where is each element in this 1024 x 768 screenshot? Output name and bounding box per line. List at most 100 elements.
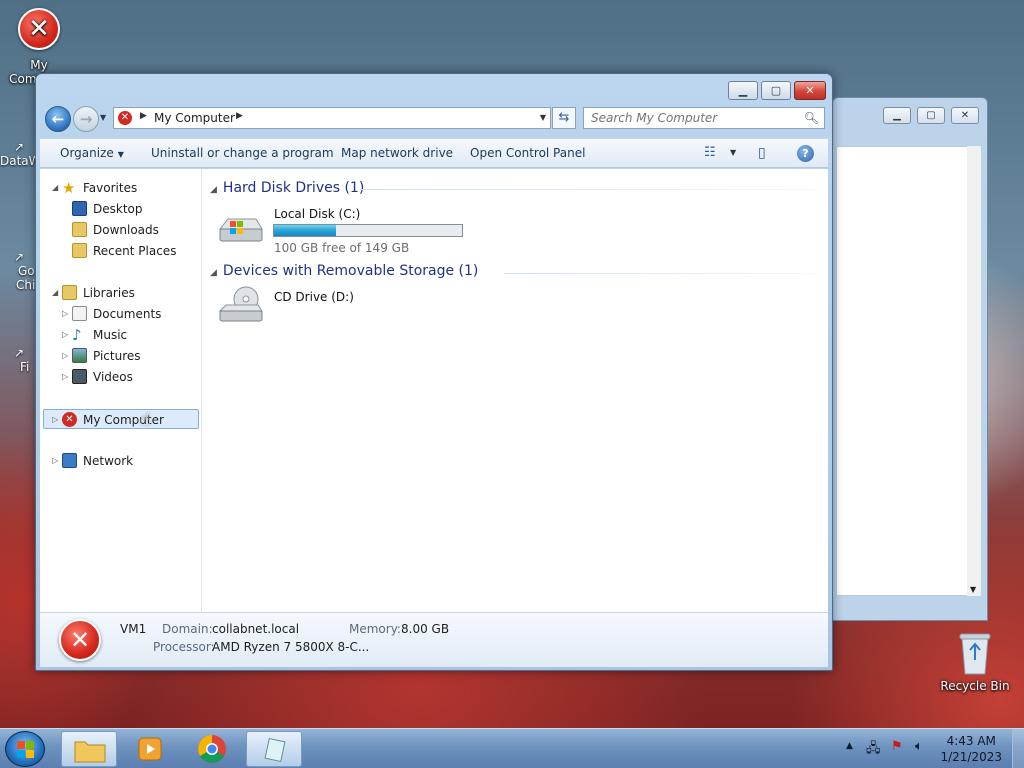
volume-icon[interactable]: 🔈︎ [915,739,923,754]
nav-documents[interactable]: ▷ Documents [40,304,198,324]
drive-usage-bar [273,224,463,237]
action-center-flag-icon[interactable]: ⚑ [891,739,903,754]
desktop-icon-firefox[interactable]: ↗ Fi [0,346,36,374]
nav-favorites[interactable]: ◢ ★ Favorites [40,178,198,198]
breadcrumb-separator-icon[interactable]: ▶ [140,111,147,121]
nav-label: Pictures [93,349,141,363]
group-header-hard-disks[interactable]: ◢ Hard Disk Drives (1) [210,180,364,196]
refresh-button[interactable]: ⇆ [552,107,576,129]
open-control-panel-button[interactable]: Open Control Panel [470,146,585,160]
show-hidden-icons-icon[interactable]: ▲ [846,741,853,751]
collapse-arrow-icon[interactable]: ◢ [210,268,217,278]
desktop-icon-recycle-bin[interactable]: Recycle Bin [940,632,1010,693]
computer-name: VM1 [120,622,147,636]
drive-item-cd-rom[interactable]: CD Drive (D:) [216,281,416,331]
cd-drive-tile[interactable] [216,363,416,409]
memory-label: Memory: [349,622,401,636]
recent-places-icon [72,243,87,258]
nav-videos[interactable]: ▷ Videos [40,367,198,387]
breadcrumb-separator-icon[interactable]: ▶ [236,111,243,121]
view-dropdown-icon[interactable]: ▼ [730,148,736,157]
expand-arrow-icon[interactable]: ▷ [62,304,68,324]
expand-arrow-icon[interactable]: ▷ [62,325,68,345]
maximize-button[interactable]: ▢ [917,107,945,124]
nav-label: Libraries [83,286,135,300]
close-button[interactable]: ✕ [794,81,826,100]
clock-time: 4:43 AM [946,734,996,748]
desktop-icon-google-chrome[interactable]: ↗ Go Chi [0,250,36,292]
drive-name: CD Drive (D:) [274,290,354,304]
nav-label: Desktop [93,202,143,216]
nav-music[interactable]: ▷ ♪ Music [40,325,198,345]
memory-value: 8.00 GB [401,622,450,636]
taskbar-explorer-button[interactable] [61,731,117,767]
taskbar-chrome-button[interactable] [184,731,240,767]
minimize-button[interactable]: ▁ [728,81,758,100]
expand-arrow-icon[interactable]: ▷ [62,346,68,366]
expand-arrow-icon[interactable]: ▷ [52,451,58,471]
taskbar: ▲ 🖧︎ ⚑ 🔈︎ 4:43 AM 1/21/2023 [0,728,1024,768]
background-window[interactable]: ▁ ▢ ✕ ▼ [832,97,988,621]
network-tray-icon[interactable]: 🖧︎ [866,739,881,761]
group-header-removable[interactable]: ◢ Devices with Removable Storage (1) [210,263,478,279]
taskbar-media-player-button[interactable] [122,731,178,767]
desktop-icon-label: Chi [16,278,36,292]
show-desktop-button[interactable] [1012,729,1024,768]
hard-drive-icon [218,218,263,242]
uninstall-program-button[interactable]: Uninstall or change a program [151,146,334,160]
clock[interactable]: 4:43 AM 1/21/2023 [940,733,1002,765]
explorer-window[interactable]: ▁ ▢ ✕ ← → ▼ ✕ ▶ My Computer ▶ ▼ ⇆ 🔍︎ Org… [35,73,833,671]
minimize-button[interactable]: ▁ [883,107,911,124]
music-icon: ♪ [72,326,82,344]
nav-label: Downloads [93,223,159,237]
shortcut-arrow-icon: ↗ [14,346,25,360]
preview-pane-icon[interactable]: ▯ [758,145,766,161]
nav-pictures[interactable]: ▷ Pictures [40,346,198,366]
recent-pages-dropdown[interactable]: ▼ [100,113,106,122]
address-bar[interactable]: ✕ ▶ My Computer ▶ ▼ [113,107,551,129]
nav-label: Favorites [83,181,138,195]
videos-icon [72,369,87,384]
nav-my-computer[interactable]: ▷ ✕ My Computer [43,409,199,429]
address-dropdown-icon[interactable]: ▼ [540,113,546,122]
nav-label: Network [83,454,134,468]
vertical-scrollbar[interactable]: ▼ [967,146,981,596]
back-button[interactable]: ← [45,106,71,132]
help-icon[interactable]: ? [797,145,814,162]
taskbar-notepad-button[interactable] [246,731,302,767]
desktop-icon-label: Fi [20,360,30,374]
drive-item-c[interactable]: Local Disk (C:) 100 GB free of 149 GB [216,203,466,255]
collapse-arrow-icon[interactable]: ◢ [52,178,58,198]
map-network-drive-button[interactable]: Map network drive [341,146,453,160]
domain-label: Domain: [162,622,213,636]
computer-error-icon: ✕ [59,619,101,661]
close-button[interactable]: ✕ [951,107,979,124]
star-icon: ★ [62,179,76,197]
network-icon [62,453,77,468]
nav-desktop[interactable]: Desktop [40,199,198,219]
search-icon[interactable]: 🔍︎ [804,111,819,125]
breadcrumb-my-computer[interactable]: My Computer [154,111,235,125]
scroll-down-arrow-icon[interactable]: ▼ [970,585,976,594]
nav-recent-places[interactable]: Recent Places [40,241,198,261]
start-button[interactable] [5,731,45,767]
nav-downloads[interactable]: Downloads [40,220,198,240]
change-view-icon[interactable]: ☷ [704,145,716,160]
search-input[interactable] [584,108,794,128]
expand-arrow-icon[interactable]: ▷ [52,410,58,430]
forward-button[interactable]: → [73,106,99,132]
shortcut-arrow-icon: ↗ [14,250,25,264]
nav-libraries[interactable]: ◢ Libraries [40,283,198,303]
cd-drive-icon [218,286,263,322]
expand-arrow-icon[interactable]: ▷ [62,367,68,387]
collapse-arrow-icon[interactable]: ◢ [210,185,217,195]
domain-value: collabnet.local [212,622,300,636]
nav-label: Videos [93,370,133,384]
organize-menu[interactable]: Organize ▼ [60,146,124,160]
maximize-button[interactable]: ▢ [761,81,791,100]
desktop-icon-datawarehouse[interactable]: ↗ DataW [0,140,36,168]
search-box[interactable]: 🔍︎ [583,107,825,129]
organize-label: Organize [60,146,114,160]
nav-network[interactable]: ▷ Network [40,451,198,471]
collapse-arrow-icon[interactable]: ◢ [52,283,58,303]
